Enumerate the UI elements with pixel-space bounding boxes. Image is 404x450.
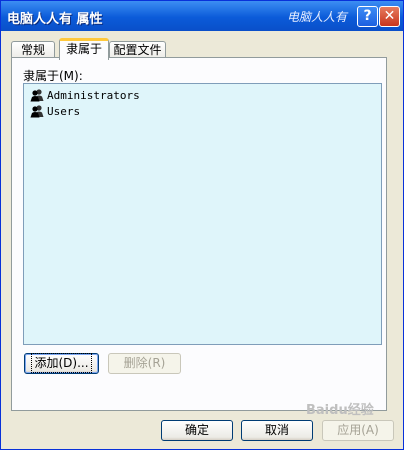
- window-title: 电脑人人有 属性: [7, 12, 103, 27]
- site-watermark: Baidu经验: [306, 403, 374, 418]
- cancel-button[interactable]: 取消: [241, 420, 313, 441]
- user-group-icon: [30, 89, 44, 102]
- ok-button[interactable]: 确定: [161, 420, 233, 441]
- title-watermark: 电脑人人有: [287, 10, 348, 24]
- apply-button[interactable]: 应用(A): [322, 420, 394, 441]
- tab-member-of[interactable]: 隶属于: [59, 38, 109, 60]
- list-item[interactable]: Users: [30, 104, 80, 120]
- list-item[interactable]: Administrators: [30, 88, 140, 104]
- group-name: Administrators: [47, 89, 140, 102]
- properties-dialog: 电脑人人有 属性 电脑人人有 ? ✕ 常规 隶属于 配置文件 隶属于(M): A…: [0, 0, 404, 450]
- close-button[interactable]: ✕: [379, 6, 400, 27]
- group-name: Users: [47, 105, 81, 118]
- member-of-list[interactable]: Administrators Users: [23, 83, 382, 345]
- member-of-label: 隶属于(M):: [23, 69, 83, 83]
- help-button[interactable]: ?: [357, 6, 378, 27]
- user-group-icon: [30, 105, 44, 118]
- add-button[interactable]: 添加(D)...: [24, 353, 99, 374]
- title-bar[interactable]: 电脑人人有 属性 电脑人人有 ? ✕: [1, 1, 403, 31]
- add-button-label: 添加(D)...: [31, 353, 92, 373]
- remove-button[interactable]: 删除(R): [108, 353, 181, 374]
